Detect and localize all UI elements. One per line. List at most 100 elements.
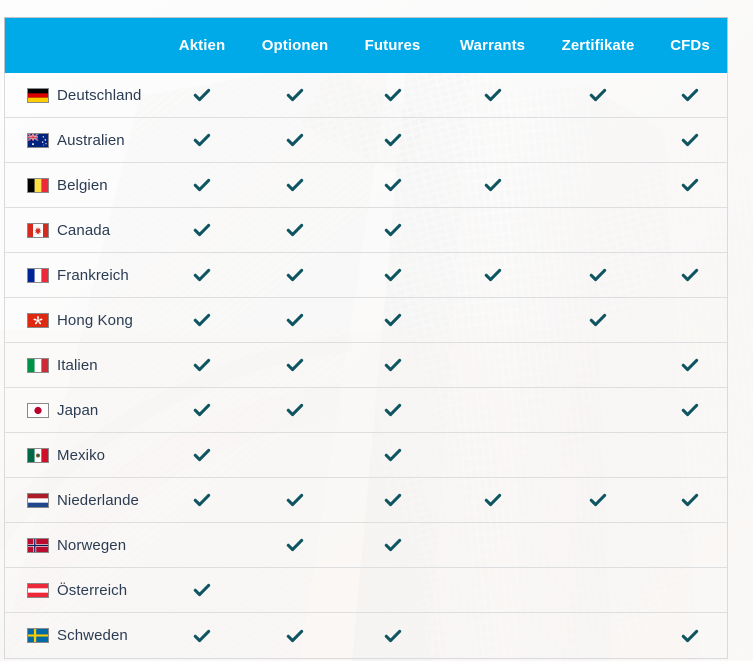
cell-cfds [653,253,727,297]
flag-no-icon [27,537,49,553]
column-header-cfds[interactable]: CFDs [653,37,727,54]
flag-nl-icon [27,492,49,508]
cell-cfds [653,433,727,477]
cell-cfds [653,523,727,567]
cell-futures [343,208,442,252]
check-icon [484,268,501,282]
cell-aktien [157,478,247,522]
cell-warrants [442,568,543,612]
market-comparison-table: Aktien Optionen Futures Warrants Zertifi… [4,17,728,659]
cell-futures [343,388,442,432]
table-row: Norwegen [5,523,727,568]
cell-cfds [653,568,727,612]
cell-warrants [442,253,543,297]
flag-de-icon [27,87,49,103]
check-icon [384,629,401,642]
cell-zertifikate [543,73,653,117]
table-row: Deutschland [5,73,727,118]
table-row: Mexiko [5,433,727,478]
cell-futures [343,163,442,207]
check-icon [384,358,401,372]
check-icon [681,493,699,507]
cell-cfds [653,163,727,207]
cell-optionen [247,73,343,117]
column-header-aktien[interactable]: Aktien [157,37,247,54]
column-header-optionen[interactable]: Optionen [247,37,343,54]
check-icon [286,133,304,147]
cell-country: Italien [5,343,157,387]
check-icon [193,358,211,372]
cell-country: Canada [5,208,157,252]
cell-optionen [247,343,343,387]
table-row: Belgien [5,163,727,208]
cell-warrants [442,433,543,477]
cell-cfds [653,388,727,432]
cell-country: Belgien [5,163,157,207]
check-icon [286,358,304,372]
cell-country: Schweden [5,613,157,658]
cell-zertifikate [543,613,653,658]
table-row: Frankreich [5,253,727,298]
flag-hk-icon [27,312,49,328]
cell-zertifikate [543,478,653,522]
cell-futures [343,73,442,117]
cell-aktien [157,343,247,387]
country-name: Canada [57,221,111,239]
cell-optionen [247,478,343,522]
cell-country: Niederlande [5,478,157,522]
column-header-futures[interactable]: Futures [343,37,442,54]
check-icon [286,403,304,417]
table-row: Japan [5,388,727,433]
check-icon [286,493,304,507]
cell-zertifikate [543,163,653,207]
cell-zertifikate [543,343,653,387]
country-name: Norwegen [57,536,127,554]
check-icon [681,403,699,417]
table-row: Niederlande [5,478,727,523]
cell-zertifikate [543,298,653,342]
check-icon [193,178,211,192]
cell-optionen [247,163,343,207]
cell-futures [343,433,442,477]
cell-aktien [157,568,247,612]
table-row: Italien [5,343,727,388]
cell-aktien [157,253,247,297]
flag-se-icon [27,628,49,643]
check-icon [589,268,607,282]
cell-cfds [653,613,727,658]
check-icon [286,223,304,237]
cell-country: Japan [5,388,157,432]
market-availability-page: Aktien Optionen Futures Warrants Zertifi… [0,0,753,661]
check-icon [193,133,211,147]
cell-futures [343,298,442,342]
column-header-warrants[interactable]: Warrants [442,37,543,54]
check-icon [484,88,501,102]
table-body: Deutschland Australien Belgien Canada Frankr… [5,73,727,658]
cell-warrants [442,478,543,522]
check-icon [193,583,211,597]
check-icon [484,493,501,507]
check-icon [384,133,401,147]
table-row: Österreich [5,568,727,613]
cell-country: Australien [5,118,157,162]
table-row: Canada [5,208,727,253]
cell-futures [343,253,442,297]
table-row: Hong Kong [5,298,727,343]
check-icon [384,448,401,462]
cell-aktien [157,163,247,207]
flag-it-icon [27,357,49,373]
cell-futures [343,613,442,658]
country-name: Österreich [57,581,128,599]
check-icon [681,178,699,192]
cell-zertifikate [543,388,653,432]
table-row: Schweden [5,613,727,658]
cell-futures [343,343,442,387]
check-icon [193,313,211,327]
column-header-zertifikate[interactable]: Zertifikate [543,37,653,54]
cell-warrants [442,163,543,207]
cell-zertifikate [543,523,653,567]
cell-zertifikate [543,118,653,162]
cell-aktien [157,433,247,477]
cell-aktien [157,208,247,252]
table-header-row: Aktien Optionen Futures Warrants Zertifi… [4,17,728,73]
